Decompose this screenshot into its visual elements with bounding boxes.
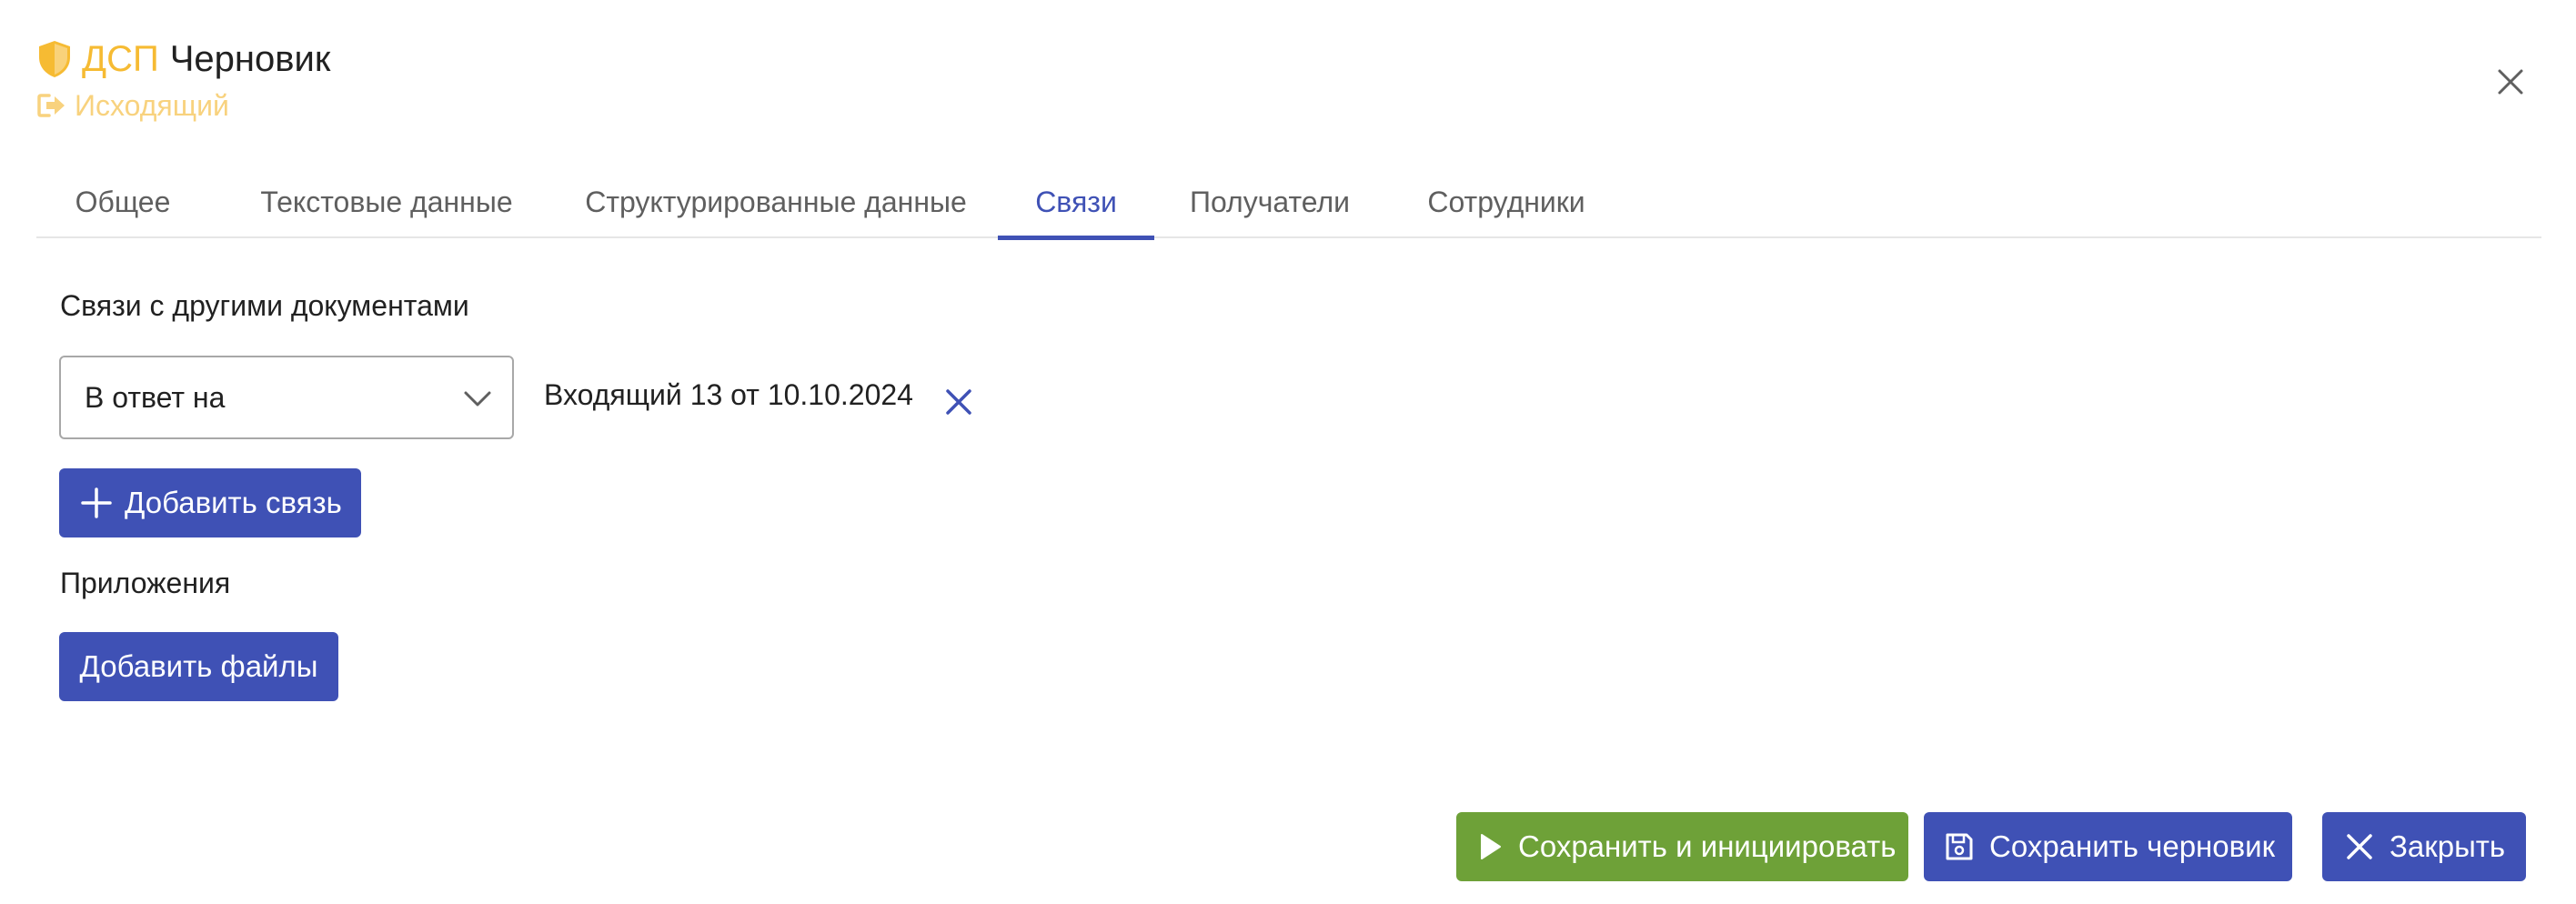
tab-bar: Общее Текстовые данные Структурированные… bbox=[36, 166, 2541, 240]
floppy-disk-icon bbox=[1944, 831, 1975, 862]
add-link-label: Добавить связь bbox=[125, 486, 342, 519]
tab-general[interactable]: Общее bbox=[36, 166, 209, 238]
close-icon[interactable] bbox=[2492, 64, 2529, 100]
relation-type-value: В ответ на bbox=[85, 380, 226, 414]
tab-employees[interactable]: Сотрудники bbox=[1397, 166, 1615, 238]
play-icon bbox=[1478, 832, 1504, 861]
title-row: ДСП Черновик bbox=[36, 35, 330, 84]
tab-recipients[interactable]: Получатели bbox=[1161, 166, 1379, 238]
relation-type-select[interactable]: В ответ на bbox=[59, 356, 514, 439]
document-status: Черновик bbox=[169, 38, 331, 79]
save-and-initiate-label: Сохранить и инициировать bbox=[1518, 829, 1897, 863]
direction-row: Исходящий bbox=[36, 87, 330, 124]
tab-links[interactable]: Связи bbox=[998, 166, 1154, 240]
shield-icon bbox=[36, 39, 73, 79]
links-section-label: Связи с другими документами bbox=[60, 289, 469, 322]
close-icon bbox=[2344, 831, 2375, 862]
direction-label: Исходящий bbox=[75, 88, 229, 122]
linked-document: Входящий 13 от 10.10.2024 bbox=[544, 378, 913, 411]
tab-structured-data[interactable]: Структурированные данные bbox=[564, 166, 988, 238]
sign-out-icon bbox=[36, 92, 67, 119]
add-link-button[interactable]: Добавить связь bbox=[59, 468, 361, 537]
classification-label: ДСП bbox=[82, 38, 159, 79]
close-button[interactable]: Закрыть bbox=[2322, 812, 2526, 881]
document-card-dialog: ДСП Черновик Исходящий Общее Текстовые д… bbox=[0, 0, 2576, 904]
save-draft-label: Сохранить черновик bbox=[1989, 829, 2276, 863]
add-files-label: Добавить файлы bbox=[79, 649, 318, 683]
remove-link-icon[interactable] bbox=[942, 386, 975, 418]
save-draft-button[interactable]: Сохранить черновик bbox=[1924, 812, 2292, 881]
save-and-initiate-button[interactable]: Сохранить и инициировать bbox=[1456, 812, 1908, 881]
add-files-button[interactable]: Добавить файлы bbox=[59, 632, 338, 701]
tab-text-data[interactable]: Текстовые данные bbox=[236, 166, 537, 238]
close-label: Закрыть bbox=[2390, 829, 2506, 863]
dialog-header: ДСП Черновик Исходящий bbox=[36, 35, 330, 124]
attachments-section-label: Приложения bbox=[60, 567, 231, 599]
chevron-down-icon bbox=[463, 385, 492, 412]
plus-icon bbox=[79, 486, 114, 520]
